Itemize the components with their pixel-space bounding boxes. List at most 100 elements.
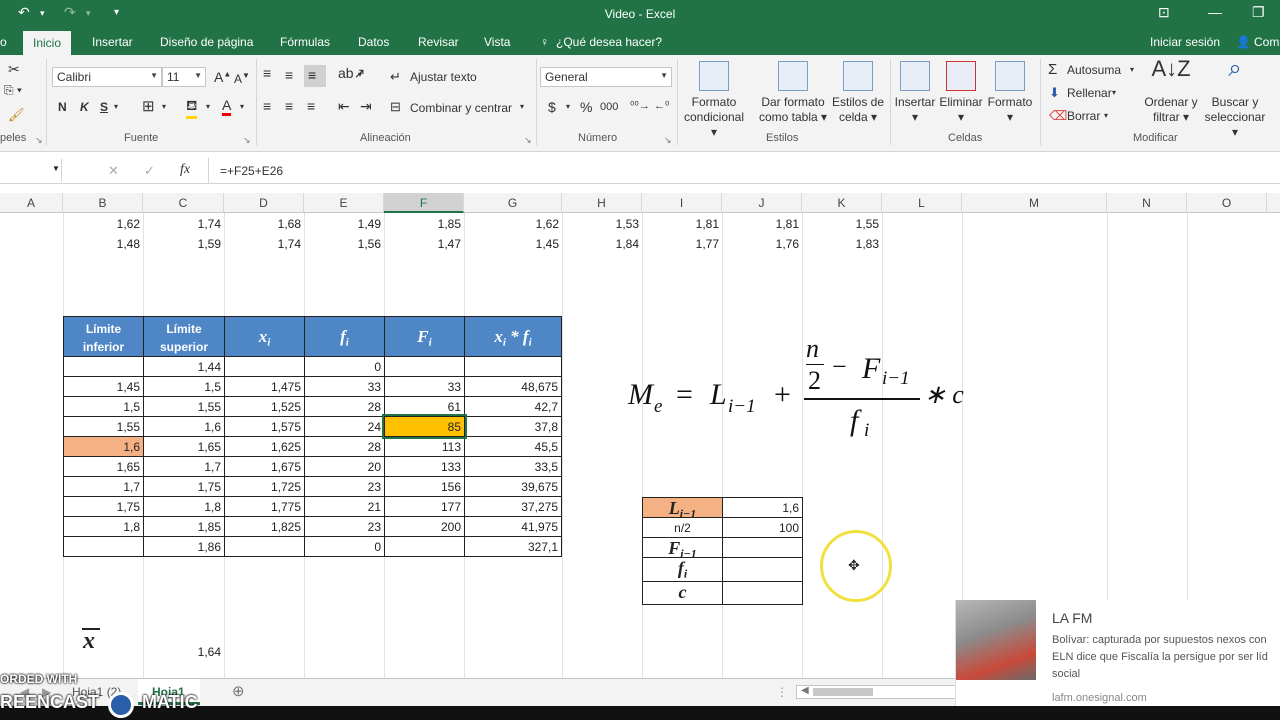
table-cell[interactable]: 1,65	[63, 456, 144, 477]
table-cell[interactable]: 1,7	[63, 476, 144, 497]
number-launcher-icon[interactable]: ↘	[664, 135, 672, 146]
format-as-table-button[interactable]: Dar formato como tabla ▾	[756, 61, 830, 125]
eraser-icon[interactable]: ⌫	[1049, 108, 1067, 124]
autosum-icon[interactable]: Σ	[1048, 61, 1057, 78]
table-cell[interactable]: 1,675	[224, 456, 305, 477]
data-cell[interactable]: 1,81	[722, 214, 802, 234]
table-cell[interactable]: 1,6	[63, 436, 144, 457]
table-cell[interactable]: 1,75	[143, 476, 225, 497]
align-right-icon[interactable]: ≡	[307, 98, 315, 114]
table-cell[interactable]: 1,86	[143, 536, 225, 557]
tab-inicio[interactable]: Inicio	[23, 31, 72, 55]
data-cell[interactable]: 1,81	[642, 214, 722, 234]
alignment-launcher-icon[interactable]: ↘	[524, 135, 532, 146]
align-center-icon[interactable]: ≡	[285, 98, 293, 114]
data-cell[interactable]: 1,62	[464, 214, 562, 234]
number-format-select[interactable]: General ▼	[540, 67, 672, 87]
delete-cells-button[interactable]: Eliminar ▾	[938, 61, 984, 125]
restore-icon[interactable]: ❐	[1252, 4, 1265, 21]
cell-styles-button[interactable]: Estilos de celda ▾	[830, 61, 886, 125]
borders-icon[interactable]: ⊞	[142, 97, 155, 115]
cancel-icon[interactable]: ✕	[108, 163, 119, 179]
table-cell[interactable]: 1,8	[63, 516, 144, 537]
table-cell[interactable]: 1,575	[224, 416, 305, 437]
currency-button[interactable]: $	[548, 99, 556, 115]
merge-dropdown-icon[interactable]: ▾	[520, 102, 524, 111]
column-header-f[interactable]: F	[384, 193, 464, 213]
data-cell[interactable]: 1,74	[224, 234, 304, 254]
data-cell[interactable]: 1,56	[304, 234, 384, 254]
header-Fi[interactable]: Fi	[384, 316, 465, 357]
column-header-a[interactable]: A	[0, 193, 63, 213]
decrease-decimal-icon[interactable]: ←⁰	[654, 99, 669, 112]
format-painter-icon[interactable]: 🖌	[8, 107, 25, 123]
table-cell[interactable]: 1,75	[63, 496, 144, 517]
orientation-dropdown-icon[interactable]: ▾	[358, 70, 362, 79]
data-cell[interactable]: 1,47	[384, 234, 464, 254]
table-cell[interactable]	[384, 356, 465, 377]
sort-filter-button[interactable]: A↓Z Ordenar y filtrar ▾	[1140, 58, 1202, 125]
clipboard-launcher-icon[interactable]: ↘	[35, 135, 43, 146]
table-cell[interactable]: 33	[304, 376, 385, 397]
name-box[interactable]: ▼	[0, 159, 62, 181]
increase-decimal-icon[interactable]: ⁰⁰→	[630, 99, 650, 112]
data-cell[interactable]: 1,74	[143, 214, 224, 234]
table-cell[interactable]: 1,55	[143, 396, 225, 417]
data-cell[interactable]: 1,48	[63, 234, 143, 254]
table-cell[interactable]: 177	[384, 496, 465, 517]
table-cell[interactable]: 61	[384, 396, 465, 417]
column-header-n[interactable]: N	[1107, 193, 1187, 213]
table-cell[interactable]: 1,85	[143, 516, 225, 537]
param-label[interactable]: c	[642, 581, 723, 605]
currency-dropdown-icon[interactable]: ▾	[566, 102, 570, 111]
data-cell[interactable]: 1,76	[722, 234, 802, 254]
font-launcher-icon[interactable]: ↘	[243, 135, 251, 146]
data-cell[interactable]: 1,53	[562, 214, 642, 234]
wrap-text-icon[interactable]: ↵	[390, 69, 401, 85]
table-cell[interactable]: 1,44	[143, 356, 225, 377]
insert-function-button[interactable]: fx	[180, 162, 190, 178]
fill-dropdown-icon[interactable]: ▾	[1112, 88, 1116, 97]
table-cell[interactable]	[384, 536, 465, 557]
fill-dropdown-icon[interactable]: ▾	[206, 102, 210, 111]
table-cell[interactable]: 85	[382, 414, 467, 439]
table-cell[interactable]: 1,55	[63, 416, 144, 437]
tab-file[interactable]: o	[0, 35, 7, 49]
data-cell[interactable]: 1,85	[384, 214, 464, 234]
insert-cells-button[interactable]: Insertar ▾	[893, 61, 937, 125]
param-value[interactable]	[722, 581, 803, 605]
thousands-button[interactable]: 000	[600, 101, 618, 113]
ribbon-display-icon[interactable]: ⊡	[1158, 4, 1170, 21]
table-cell[interactable]: 28	[304, 436, 385, 457]
formula-input[interactable]: =+F25+E26	[220, 164, 283, 178]
table-cell[interactable]: 1,525	[224, 396, 305, 417]
tab-formulas[interactable]: Fórmulas	[280, 35, 330, 49]
font-color-dropdown-icon[interactable]: ▾	[240, 102, 244, 111]
conditional-format-button[interactable]: Formato condicional ▾	[680, 61, 748, 140]
notification-popup[interactable]: LA FM Bolívar: capturada por supuestos n…	[955, 600, 1280, 706]
tab-revisar[interactable]: Revisar	[418, 35, 459, 49]
table-cell[interactable]: 37,8	[464, 416, 562, 437]
param-value[interactable]	[722, 537, 803, 558]
data-cell[interactable]: 1,59	[143, 234, 224, 254]
table-cell[interactable]: 133	[384, 456, 465, 477]
clear-dropdown-icon[interactable]: ▾	[1104, 111, 1108, 120]
param-value[interactable]: 100	[722, 517, 803, 538]
column-header-h[interactable]: H	[562, 193, 642, 213]
table-cell[interactable]: 1,6	[143, 416, 225, 437]
table-cell[interactable]: 48,675	[464, 376, 562, 397]
header-limite-inferior[interactable]: Límite inferior	[63, 316, 144, 357]
decrease-indent-icon[interactable]: ⇤	[338, 98, 350, 115]
enter-icon[interactable]: ✓	[144, 163, 155, 179]
column-header-j[interactable]: J	[722, 193, 802, 213]
font-color-icon[interactable]: A	[222, 97, 232, 116]
merge-center-icon[interactable]: ⊟	[390, 99, 401, 115]
table-cell[interactable]: 113	[384, 436, 465, 457]
font-size-select[interactable]: 11 ▼	[162, 67, 206, 87]
table-cell[interactable]: 1,625	[224, 436, 305, 457]
wrap-text-button[interactable]: Ajustar texto	[410, 70, 477, 84]
table-cell[interactable]	[63, 536, 144, 557]
table-cell[interactable]: 1,45	[63, 376, 144, 397]
table-cell[interactable]: 39,675	[464, 476, 562, 497]
table-cell[interactable]: 42,7	[464, 396, 562, 417]
